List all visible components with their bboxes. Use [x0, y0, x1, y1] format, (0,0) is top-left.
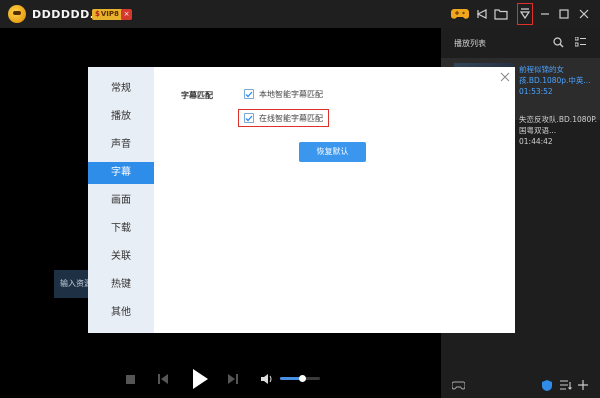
- online-subtitle-label: 在线智能字幕匹配: [259, 113, 323, 123]
- close-icon[interactable]: [575, 5, 593, 23]
- maximize-icon[interactable]: [555, 5, 573, 23]
- app-logo: [8, 5, 26, 23]
- dialog-close-icon[interactable]: [500, 72, 510, 82]
- previous-icon[interactable]: [157, 373, 169, 385]
- playlist-item-text: 前程似锦的女孩.BD.1080p.中英... 01:53:52: [519, 64, 597, 97]
- play-icon[interactable]: [190, 368, 210, 390]
- list-view-icon[interactable]: [571, 33, 589, 51]
- nav-subtitle[interactable]: 字幕: [88, 162, 154, 184]
- local-subtitle-label: 本地智能字幕匹配: [259, 89, 323, 99]
- settings-nav: 常规 播放 声音 字幕 画面 下载 关联 热键 其他: [88, 67, 154, 333]
- volume-knob[interactable]: [299, 375, 306, 382]
- gamepad-outline-icon[interactable]: [451, 379, 465, 391]
- next-icon[interactable]: [227, 373, 239, 385]
- playlist-item-duration: 01:53:52: [519, 87, 553, 96]
- stop-icon[interactable]: [124, 373, 136, 385]
- volume-icon[interactable]: [260, 373, 274, 385]
- volume-slider[interactable]: [280, 375, 320, 382]
- shield-icon[interactable]: [541, 379, 553, 391]
- checkbox-online[interactable]: [244, 113, 254, 123]
- nav-other[interactable]: 其他: [88, 302, 154, 324]
- nav-download[interactable]: 下载: [88, 218, 154, 240]
- nav-playback[interactable]: 播放: [88, 106, 154, 128]
- add-icon[interactable]: [576, 379, 590, 391]
- vip-badge[interactable]: $VIP8: [92, 9, 123, 20]
- minimize-icon[interactable]: [536, 5, 554, 23]
- nav-picture[interactable]: 画面: [88, 190, 154, 212]
- nav-sound[interactable]: 声音: [88, 134, 154, 156]
- vip-close-badge[interactable]: ×: [121, 9, 132, 20]
- sort-list-icon[interactable]: [559, 379, 573, 391]
- section-label: 字幕匹配: [181, 91, 213, 100]
- nav-hotkeys[interactable]: 热键: [88, 274, 154, 296]
- playlist-item-title: 前程似锦的女孩.BD.1080p.中英...: [519, 65, 591, 85]
- settings-dialog: 常规 播放 声音 字幕 画面 下载 关联 热键 其他 字幕匹配 本地智能字幕匹配…: [88, 67, 515, 333]
- vip-label: VIP8: [100, 10, 119, 18]
- nav-association[interactable]: 关联: [88, 246, 154, 268]
- restore-defaults-button[interactable]: 恢复默认: [299, 142, 366, 162]
- local-subtitle-option[interactable]: 本地智能字幕匹配: [244, 88, 323, 100]
- title-bar: DDDDDD... $VIP8 ×: [0, 0, 600, 28]
- playlist-title: 播放列表: [454, 39, 486, 48]
- gamepad-icon[interactable]: [451, 5, 469, 23]
- nav-general[interactable]: 常规: [88, 78, 154, 100]
- playlist-item-title: 失恋反攻队.BD.1080P.国粤双语...: [519, 115, 598, 135]
- search-icon[interactable]: [549, 33, 567, 51]
- share-icon[interactable]: [473, 5, 491, 23]
- vip-prefix: $: [95, 10, 100, 18]
- folder-icon[interactable]: [492, 5, 510, 23]
- download-icon[interactable]: [517, 3, 533, 25]
- online-subtitle-option[interactable]: 在线智能字幕匹配: [244, 112, 323, 124]
- playlist-item-text: 失恋反攻队.BD.1080P.国粤双语... 01:44:42: [519, 114, 597, 147]
- playlist-item-duration: 01:44:42: [519, 137, 553, 146]
- checkbox-local[interactable]: [244, 89, 254, 99]
